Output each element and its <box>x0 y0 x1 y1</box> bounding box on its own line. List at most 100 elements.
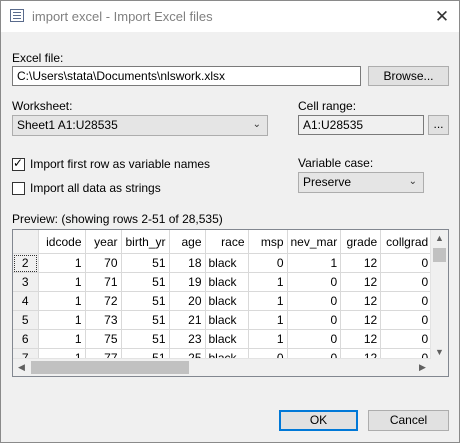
checkbox-unchecked-icon[interactable] <box>12 181 25 195</box>
column-header[interactable]: nev_mar <box>287 230 342 254</box>
scroll-up-icon[interactable]: ▲ <box>431 230 448 247</box>
ok-button[interactable]: OK <box>279 410 358 431</box>
table-cell: 1 <box>38 329 86 349</box>
variable-case-label: Variable case: <box>298 156 374 170</box>
table-cell: 0 <box>287 272 342 292</box>
table-cell: 12 <box>340 310 382 330</box>
scroll-corner <box>431 359 448 376</box>
table-cell: 0 <box>248 253 288 273</box>
table-cell: 12 <box>340 272 382 292</box>
column-header[interactable]: year <box>85 230 122 254</box>
chevron-down-icon: ⌄ <box>408 176 417 187</box>
worksheet-select[interactable]: Sheet1 A1:U28535 ⌄ <box>12 115 268 136</box>
vertical-scrollbar[interactable]: ▲ ▼ <box>430 230 448 361</box>
table-cell: 0 <box>380 253 433 273</box>
browse-button[interactable]: Browse... <box>368 66 449 86</box>
first-row-checkbox[interactable]: Import first row as variable names <box>12 156 211 171</box>
import-excel-dialog: import excel - Import Excel files ✕ Exce… <box>0 0 460 443</box>
table-row[interactable]: 4 1 72 51 20 black 1 0 12 0 <box>13 291 445 311</box>
table-cell: 75 <box>85 329 122 349</box>
table-cell: 1 <box>248 272 288 292</box>
horizontal-scrollbar[interactable]: ◀ ▶ <box>13 358 431 376</box>
table-row[interactable]: 6 1 75 51 23 black 1 0 12 0 <box>13 329 445 349</box>
row-number[interactable]: 2 <box>13 253 39 273</box>
table-cell: 0 <box>287 310 342 330</box>
preview-table: idcode year birth_yr age race msp nev_ma… <box>13 230 445 368</box>
scroll-thumb[interactable] <box>433 248 446 262</box>
worksheet-value: Sheet1 A1:U28535 <box>17 118 118 132</box>
cell-range-button[interactable]: ... <box>428 115 449 135</box>
table-cell: black <box>205 310 249 330</box>
table-cell: 0 <box>380 291 433 311</box>
preview-header-row: idcode year birth_yr age race msp nev_ma… <box>13 230 445 254</box>
preview-label: Preview: (showing rows 2-51 of 28,535) <box>12 212 223 226</box>
table-cell: 23 <box>169 329 206 349</box>
table-cell: 70 <box>85 253 122 273</box>
chevron-down-icon: ⌄ <box>252 119 261 130</box>
table-cell: 1 <box>248 329 288 349</box>
table-cell: black <box>205 291 249 311</box>
column-header[interactable]: birth_yr <box>121 230 170 254</box>
table-cell: 51 <box>121 329 170 349</box>
cell-range-label: Cell range: <box>298 99 357 113</box>
table-row[interactable]: 2 1 70 51 18 black 0 1 12 0 <box>13 253 445 273</box>
table-cell: black <box>205 329 249 349</box>
table-row[interactable]: 3 1 71 51 19 black 1 0 12 0 <box>13 272 445 292</box>
table-cell: 0 <box>287 291 342 311</box>
column-header[interactable]: idcode <box>38 230 86 254</box>
row-number[interactable]: 6 <box>13 329 39 349</box>
table-cell: 12 <box>340 329 382 349</box>
table-cell: 1 <box>38 291 86 311</box>
table-cell: 51 <box>121 272 170 292</box>
cancel-button[interactable]: Cancel <box>368 410 449 431</box>
corner-cell <box>13 230 39 254</box>
table-cell: 12 <box>340 291 382 311</box>
table-cell: 0 <box>287 329 342 349</box>
all-strings-checkbox[interactable]: Import all data as strings <box>12 181 161 195</box>
column-header[interactable]: grade <box>340 230 382 254</box>
scroll-right-icon[interactable]: ▶ <box>414 359 431 376</box>
all-strings-label: Import all data as strings <box>30 181 161 195</box>
table-cell: 1 <box>38 253 86 273</box>
window-title: import excel - Import Excel files <box>32 9 213 24</box>
row-number[interactable]: 5 <box>13 310 39 330</box>
variable-case-select[interactable]: Preserve ⌄ <box>298 172 424 193</box>
checkbox-checked-icon[interactable] <box>12 156 25 171</box>
table-cell: 19 <box>169 272 206 292</box>
table-cell: 1 <box>38 272 86 292</box>
table-cell: 20 <box>169 291 206 311</box>
cell-range-input[interactable]: A1:U28535 <box>298 115 424 135</box>
title-bar: import excel - Import Excel files ✕ <box>1 1 459 32</box>
table-cell: 0 <box>380 310 433 330</box>
table-cell: 12 <box>340 253 382 273</box>
table-cell: black <box>205 272 249 292</box>
preview-grid[interactable]: idcode year birth_yr age race msp nev_ma… <box>12 229 449 377</box>
table-cell: 51 <box>121 253 170 273</box>
table-cell: 0 <box>380 272 433 292</box>
table-cell: black <box>205 253 249 273</box>
scroll-left-icon[interactable]: ◀ <box>13 359 30 376</box>
close-icon[interactable]: ✕ <box>425 1 459 32</box>
window-app-icon <box>10 9 24 22</box>
scroll-thumb[interactable] <box>31 361 189 374</box>
table-cell: 71 <box>85 272 122 292</box>
table-cell: 72 <box>85 291 122 311</box>
table-cell: 51 <box>121 310 170 330</box>
table-cell: 51 <box>121 291 170 311</box>
excel-file-label: Excel file: <box>12 51 64 65</box>
row-number[interactable]: 3 <box>13 272 39 292</box>
table-row[interactable]: 5 1 73 51 21 black 1 0 12 0 <box>13 310 445 330</box>
table-cell: 1 <box>248 291 288 311</box>
table-cell: 1 <box>287 253 342 273</box>
table-cell: 1 <box>38 310 86 330</box>
column-header[interactable]: race <box>205 230 249 254</box>
column-header[interactable]: age <box>169 230 206 254</box>
worksheet-label: Worksheet: <box>12 99 73 113</box>
row-number[interactable]: 4 <box>13 291 39 311</box>
table-cell: 0 <box>380 329 433 349</box>
first-row-label: Import first row as variable names <box>30 157 211 171</box>
excel-file-input[interactable]: C:\Users\stata\Documents\nlswork.xlsx <box>12 66 361 86</box>
column-header[interactable]: msp <box>248 230 288 254</box>
table-cell: 21 <box>169 310 206 330</box>
column-header[interactable]: collgrad <box>380 230 433 254</box>
